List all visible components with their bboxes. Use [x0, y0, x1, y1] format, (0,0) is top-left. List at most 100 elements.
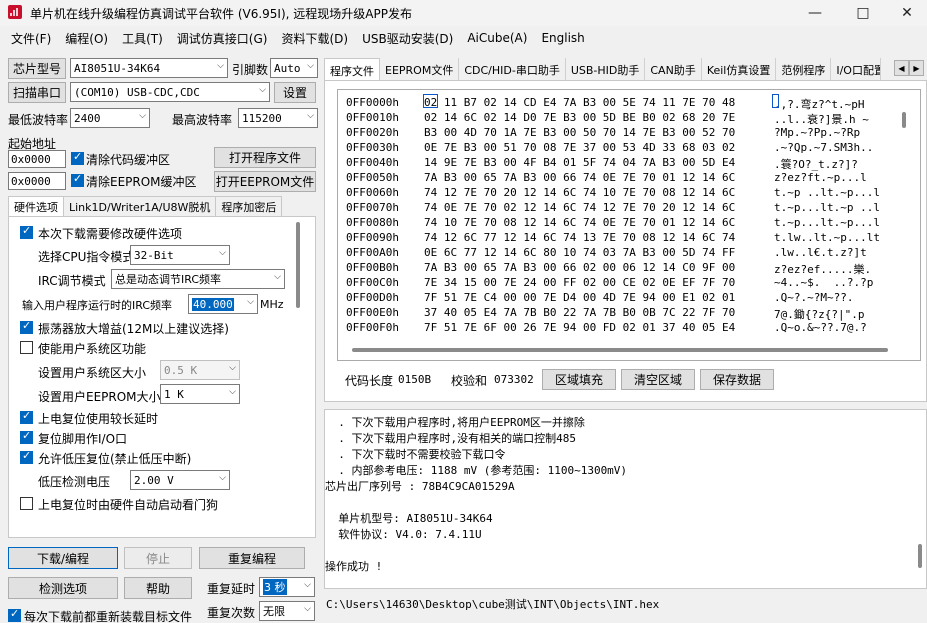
menu-bar: 文件(F) 编程(O) 工具(T) 调试仿真接口(G) 资料下载(D) USB驱… [0, 27, 927, 49]
chip-model-button[interactable]: 芯片型号 [8, 58, 66, 79]
tab-keil-settings[interactable]: Keil仿真设置 [702, 58, 777, 80]
tab-usb-hid[interactable]: USB-HID助手 [566, 58, 646, 80]
open-program-file-button[interactable]: 打开程序文件 [214, 147, 316, 168]
menu-program[interactable]: 编程(O) [58, 30, 115, 47]
long-reset-delay-checkbox[interactable] [20, 409, 33, 424]
min-baud-value: 2400 [74, 111, 101, 125]
download-program-button[interactable]: 下载/编程 [8, 547, 118, 569]
hex-bytes: 7E 34 15 00 7E 24 00 FF 02 00 CE 02 0E E… [424, 276, 736, 289]
hex-bytes: 37 40 05 E4 7A 7B B0 22 7A 7B B0 0B 7C 2… [424, 306, 736, 319]
hex-address: 0FF00F0h [346, 321, 399, 334]
pin-count-select[interactable]: Auto ⌵ [270, 58, 318, 78]
menu-english[interactable]: English [534, 31, 591, 45]
repeat-program-button[interactable]: 重复编程 [199, 547, 305, 569]
output-log[interactable]: . 下次下载用户程序时,将用户EEPROM区一并擦除 . 下次下载用户程序时,没… [324, 409, 927, 589]
menu-usb-driver[interactable]: USB驱动安装(D) [355, 30, 460, 47]
irc-frequency-value: 40.000 [192, 297, 234, 311]
irc-frequency-select[interactable]: 40.000 ⌵ [188, 294, 258, 314]
chevron-down-icon: ⌵ [217, 61, 224, 71]
low-voltage-reset-checkbox[interactable] [20, 449, 33, 464]
auto-watchdog-checkbox[interactable] [20, 497, 33, 510]
minimize-button[interactable]: — [792, 0, 838, 26]
hex-vertical-scrollbar[interactable] [902, 112, 906, 128]
osc-gain-checkbox[interactable] [20, 319, 33, 334]
hex-horizontal-scrollbar[interactable] [352, 348, 888, 352]
menu-file[interactable]: 文件(F) [4, 30, 58, 47]
chip-model-value: AI8051U-34K64 [74, 61, 161, 75]
clear-eeprom-checkbox[interactable] [71, 172, 84, 187]
hex-address: 0FF00A0h [346, 246, 399, 259]
menu-tools[interactable]: 工具(T) [115, 30, 170, 47]
chevron-right-icon[interactable]: ▶ [909, 60, 924, 76]
chevron-down-icon: ⌵ [307, 61, 314, 71]
eeprom-size-label: 设置用户EEPROM大小 [38, 390, 161, 404]
open-eeprom-file-button[interactable]: 打开EEPROM文件 [214, 171, 316, 192]
app-logo-icon [8, 5, 22, 19]
modify-hw-options-checkbox[interactable] [20, 224, 33, 239]
close-button[interactable]: ✕ [884, 0, 927, 26]
chevron-down-icon: ⌵ [229, 363, 236, 373]
system-area-size-select[interactable]: 0.5 K ⌵ [160, 360, 240, 380]
irc-mode-select[interactable]: 总是动态调节IRC频率 ⌵ [111, 269, 285, 289]
modify-hw-options-label: 本次下载需要修改硬件选项 [38, 227, 183, 241]
hex-bytes: 7F 51 7E C4 00 00 7E D4 00 4D 7E 94 00 E… [424, 291, 736, 304]
log-line: . 下次下载时不需要校验下载口令 [325, 448, 506, 461]
area-fill-button[interactable]: 区域填充 [542, 369, 616, 390]
cpu-mode-select[interactable]: 32-Bit ⌵ [130, 245, 230, 265]
min-baud-select[interactable]: 2400 ⌵ [70, 108, 150, 128]
tab-program-encrypt[interactable]: 程序加密后 [215, 196, 283, 216]
help-button[interactable]: 帮助 [124, 577, 192, 599]
tab-examples[interactable]: 范例程序 [776, 58, 832, 80]
hex-ascii: 7@.鋤{?z{?|".p [774, 308, 865, 321]
reload-target-checkbox[interactable] [8, 607, 21, 622]
auto-watchdog-label: 上电复位时由硬件自动启动看门狗 [38, 498, 219, 512]
code-start-address-input[interactable]: 0x0000 [8, 150, 66, 168]
log-line: 单片机型号: AI8051U-34K64 [325, 512, 493, 525]
menu-aicube[interactable]: AiCube(A) [460, 31, 534, 45]
chevron-down-icon: ⌵ [247, 297, 254, 307]
clear-area-button[interactable]: 清空区域 [621, 369, 695, 390]
hex-editor[interactable]: 0FF0000h 02 11 B7 02 14 CD E4 7A B3 00 5E… [337, 89, 921, 361]
save-data-button[interactable]: 保存数据 [700, 369, 774, 390]
hex-bytes: 74 12 6C 77 12 14 6C 74 13 7E 70 08 12 1… [424, 231, 736, 244]
menu-downloads[interactable]: 资料下载(D) [274, 30, 355, 47]
tab-eeprom-file[interactable]: EEPROM文件 [380, 58, 460, 80]
port-settings-button[interactable]: 设置 [274, 82, 316, 103]
stop-button[interactable]: 停止 [124, 547, 192, 569]
tab-hardware-options[interactable]: 硬件选项 [8, 196, 64, 216]
cpu-mode-value: 32-Bit [134, 248, 174, 262]
hardware-options-scrollbar[interactable] [296, 222, 300, 308]
tab-program-file[interactable]: 程序文件 [324, 58, 380, 80]
serial-port-value: (COM10) USB-CDC,CDC [74, 85, 200, 99]
checksum-label: 校验和 [451, 374, 488, 388]
detect-options-button[interactable]: 检测选项 [8, 577, 118, 599]
tab-can[interactable]: CAN助手 [645, 58, 702, 80]
chevron-left-icon[interactable]: ◀ [894, 60, 909, 76]
max-baud-select[interactable]: 115200 ⌵ [238, 108, 318, 128]
scan-port-button[interactable]: 扫描串口 [8, 82, 66, 103]
irc-mode-value: 总是动态调节IRC频率 [115, 273, 222, 286]
hex-address: 0FF0080h [346, 216, 399, 229]
low-voltage-select[interactable]: 2.00 V ⌵ [130, 470, 230, 490]
low-voltage-reset-label: 允许低压复位(禁止低压中断) [38, 452, 192, 466]
chip-model-select[interactable]: AI8051U-34K64 ⌵ [70, 58, 228, 78]
user-system-area-checkbox[interactable] [20, 341, 33, 354]
eeprom-size-select[interactable]: 1 K ⌵ [160, 384, 240, 404]
repeat-count-select[interactable]: 无限 ⌵ [259, 601, 315, 621]
eeprom-size-value: 1 K [164, 387, 184, 401]
eeprom-start-address-input[interactable]: 0x0000 [8, 172, 66, 190]
maximize-button[interactable]: □ [840, 0, 886, 26]
menu-debug[interactable]: 调试仿真接口(G) [170, 30, 275, 47]
tab-io-config[interactable]: I/O口配置 [831, 58, 882, 80]
tab-offline-writer[interactable]: Link1D/Writer1A/U8W脱机 [63, 196, 217, 216]
reset-pin-io-label: 复位脚用作I/O口 [38, 432, 128, 446]
max-baud-value: 115200 [242, 111, 282, 125]
clear-code-checkbox[interactable] [71, 150, 84, 165]
hex-bytes: 7A B3 00 65 7A B3 00 66 74 0E 7E 70 01 1… [424, 171, 736, 184]
reset-pin-io-checkbox[interactable] [20, 429, 33, 444]
log-scrollbar[interactable] [918, 544, 922, 568]
tab-serial-assistant[interactable]: CDC/HID-串口助手 [459, 58, 566, 80]
repeat-delay-select[interactable]: 3 秒 ⌵ [259, 577, 315, 597]
serial-port-select[interactable]: (COM10) USB-CDC,CDC ⌵ [70, 82, 270, 102]
irc-frequency-unit: MHz [260, 298, 284, 311]
